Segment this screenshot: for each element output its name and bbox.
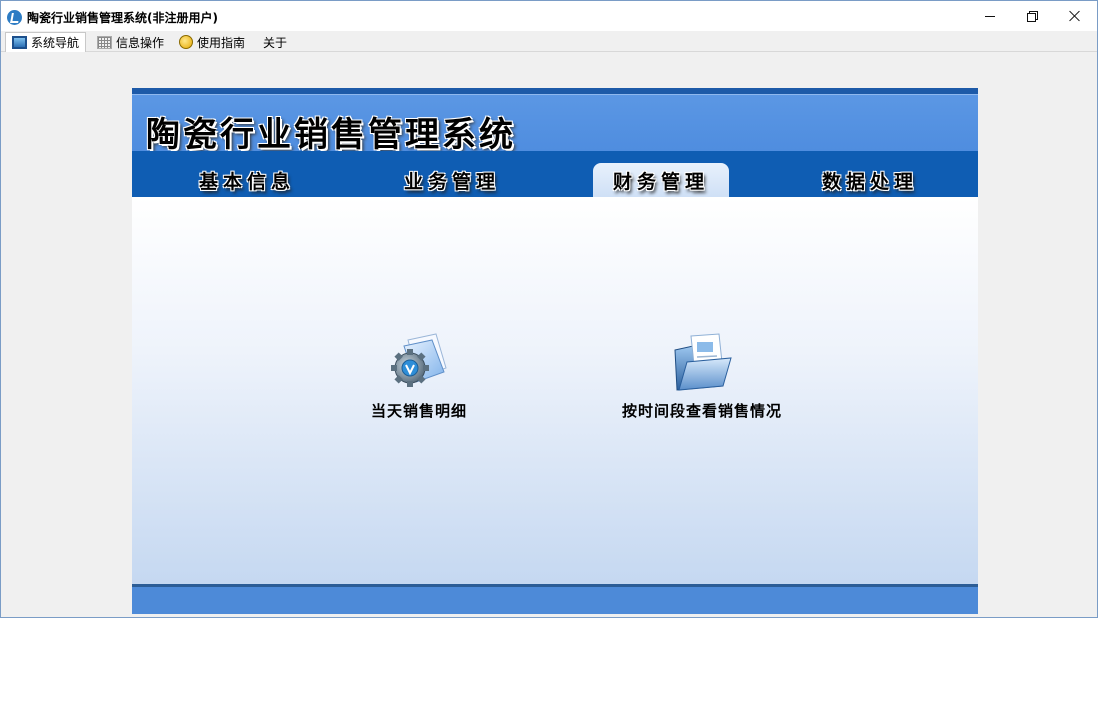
sales-by-period-button[interactable]: 按时间段查看销售情况 <box>602 332 802 421</box>
close-icon <box>1069 10 1081 22</box>
daily-sales-detail-button[interactable]: 当天销售明细 <box>354 332 484 421</box>
action-label: 按时间段查看销售情况 <box>621 402 782 420</box>
banner: 陶瓷行业销售管理系统 <box>132 94 978 155</box>
tab-business-management[interactable]: 业务管理 <box>387 163 517 197</box>
open-folder-icon <box>674 333 732 391</box>
menu-info-ops[interactable]: 信息操作 <box>91 32 170 52</box>
title-bar[interactable]: 陶瓷行业销售管理系统(非注册用户) <box>1 1 1097 31</box>
app-logo-icon <box>7 10 22 25</box>
content-area: 当天销售明细 按时间段查看销售情况 <box>132 197 978 584</box>
main-panel: 陶瓷行业销售管理系统 基本信息 业务管理 财务管理 数据处理 当天销售明细 按时… <box>132 88 978 614</box>
minimize-button[interactable] <box>967 1 1013 31</box>
monitor-icon <box>12 36 27 49</box>
menu-about[interactable]: 关于 <box>257 32 293 52</box>
restore-button[interactable] <box>1009 1 1055 31</box>
menu-label: 系统导航 <box>31 36 80 50</box>
menu-label: 信息操作 <box>116 35 165 50</box>
minimize-icon <box>985 15 995 17</box>
menu-system-nav[interactable]: 系统导航 <box>5 32 87 52</box>
folder-gear-icon <box>391 333 447 387</box>
menu-bar: 系统导航 信息操作 使用指南 关于 <box>1 31 1097 52</box>
window-title: 陶瓷行业销售管理系统(非注册用户) <box>27 11 218 25</box>
guide-icon <box>179 35 193 49</box>
grid-icon <box>97 35 112 49</box>
menu-label: 使用指南 <box>197 35 246 50</box>
menu-label: 关于 <box>263 35 288 50</box>
action-label: 当天销售明细 <box>370 402 467 420</box>
tab-basic-info[interactable]: 基本信息 <box>182 163 312 197</box>
close-button[interactable] <box>1052 1 1098 31</box>
app-window: 陶瓷行业销售管理系统(非注册用户) 系统导航 信息操作 使用指南 关于 陶瓷行业… <box>0 0 1098 618</box>
nav-bar: 基本信息 业务管理 财务管理 数据处理 <box>132 151 978 197</box>
tab-data-processing[interactable]: 数据处理 <box>805 163 935 197</box>
footer-bar <box>132 587 978 614</box>
tab-finance-management[interactable]: 财务管理 <box>593 163 729 197</box>
restore-icon <box>1027 11 1038 22</box>
banner-title: 陶瓷行业销售管理系统 <box>146 115 516 155</box>
menu-user-guide[interactable]: 使用指南 <box>173 32 251 52</box>
